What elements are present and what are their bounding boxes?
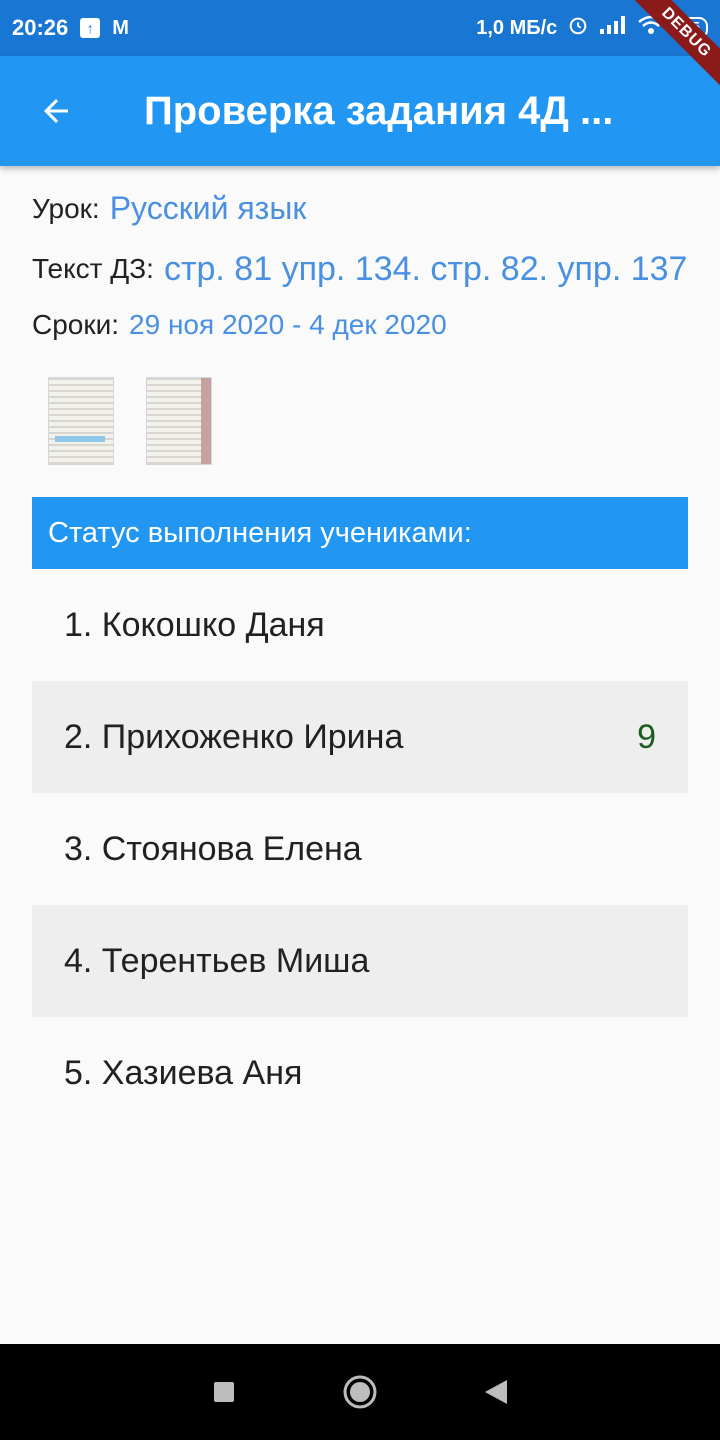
homework-text-label: Текст ДЗ: [32,253,154,284]
homework-text-row: Текст ДЗ: стр. 81 упр. 134. стр. 82. упр… [32,249,688,289]
back-nav-button[interactable] [476,1372,516,1412]
dates-row: Сроки: 29 ноя 2020 - 4 дек 2020 [32,309,688,341]
recent-apps-button[interactable] [204,1372,244,1412]
app-bar: Проверка задания 4Д ... [0,56,720,166]
home-button[interactable] [340,1372,380,1412]
student-row[interactable]: 2. Прихоженко Ирина 9 [32,681,688,793]
attachment-thumbnail[interactable] [48,377,114,465]
page-title: Проверка задания 4Д ... [144,88,614,133]
student-row[interactable]: 1. Кокошко Даня [32,569,688,681]
homework-text-value: стр. 81 упр. 134. стр. 82. упр. 137 [163,250,688,288]
lesson-row: Урок: Русский язык [32,190,688,227]
status-time: 20:26 [12,15,69,40]
student-name: 4. Терентьев Миша [64,941,370,980]
attachment-thumbnail[interactable] [146,377,212,465]
attachments [48,377,688,465]
back-button[interactable] [0,56,112,166]
square-icon [214,1382,234,1402]
system-nav-bar [0,1344,720,1440]
homework-details: Урок: Русский язык Текст ДЗ: стр. 81 упр… [32,190,688,1129]
dates-label: Сроки: [32,309,120,340]
circle-icon [343,1375,377,1409]
student-row[interactable]: 3. Стоянова Елена [32,793,688,905]
student-name: 3. Стоянова Елена [64,829,362,868]
triangle-back-icon [485,1380,507,1404]
dates-value: 29 ноя 2020 - 4 дек 2020 [129,309,447,340]
alarm-icon [567,14,589,42]
upload-icon: ↑ [80,18,101,38]
student-name: 5. Хазиева Аня [64,1053,303,1092]
student-name: 1. Кокошко Даня [64,605,325,644]
student-row[interactable]: 5. Хазиева Аня [32,1017,688,1129]
back-arrow-icon [44,99,68,123]
mail-icon: M [112,16,129,39]
signal-icon [599,15,627,41]
network-speed: 1,0 МБ/с [476,16,558,39]
status-header: Статус выполнения учениками: [32,497,688,569]
lesson-label: Урок: [32,192,100,224]
student-grade: 9 [637,717,656,756]
student-name: 2. Прихоженко Ирина [64,717,404,756]
student-row[interactable]: 4. Терентьев Миша [32,905,688,1017]
status-bar: 20:26 ↑ M 1,0 МБ/с 55 [0,0,720,56]
student-list: 1. Кокошко Даня 2. Прихоженко Ирина 9 3.… [32,569,688,1129]
lesson-value: Русский язык [109,190,307,226]
